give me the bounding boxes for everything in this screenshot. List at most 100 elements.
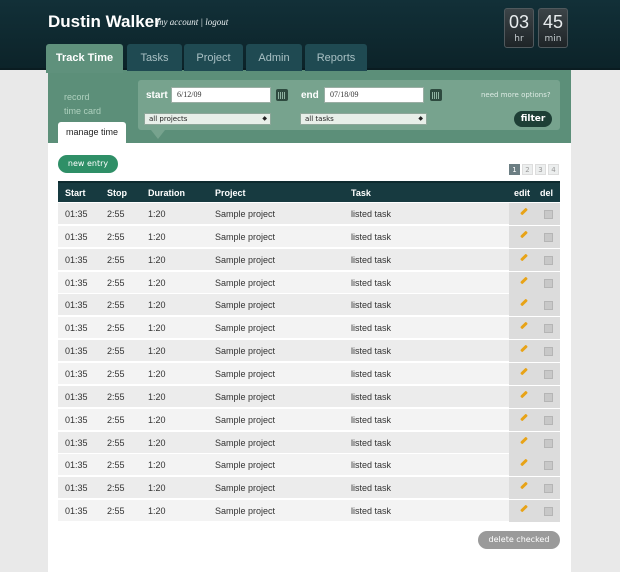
cell-project: Sample project xyxy=(215,209,276,219)
delete-checkbox[interactable] xyxy=(544,278,553,288)
calendar-icon[interactable] xyxy=(276,89,288,101)
cell-task: listed task xyxy=(351,300,392,311)
cell-stop: 2:55 xyxy=(107,483,125,494)
table-row: 01:35 2:55 1:20 Sample project listed task xyxy=(58,431,560,454)
cell-project: Sample project xyxy=(215,231,276,242)
cell-duration: 1:20 xyxy=(148,277,166,288)
delete-checkbox[interactable] xyxy=(544,507,553,517)
delete-checkbox[interactable] xyxy=(544,347,553,357)
delete-checkbox[interactable] xyxy=(544,255,553,265)
end-date-input[interactable]: 07/18/09 xyxy=(324,87,424,103)
account-links[interactable]: my account | logout xyxy=(157,17,228,27)
delete-checkbox[interactable] xyxy=(544,438,553,448)
delete-checkbox[interactable] xyxy=(544,392,553,402)
cell-stop: 2:55 xyxy=(107,368,125,379)
more-options-link[interactable]: need more options? xyxy=(481,91,551,99)
cell-stop: 2:55 xyxy=(107,506,125,517)
delete-checkbox[interactable] xyxy=(544,324,553,334)
cell-project: Sample project xyxy=(215,254,276,265)
side-link-time-card[interactable]: time card xyxy=(64,106,101,116)
col-project[interactable]: Project xyxy=(215,183,246,204)
clock-hours-value: 03 xyxy=(508,12,530,32)
cell-start: 01:35 xyxy=(65,460,88,471)
cell-stop: 2:55 xyxy=(107,254,125,265)
filter-button[interactable]: filter xyxy=(514,111,552,127)
col-stop[interactable]: Stop xyxy=(107,183,127,204)
delete-checkbox[interactable] xyxy=(544,369,553,379)
delete-checkbox[interactable] xyxy=(544,232,553,242)
cell-task: listed task xyxy=(351,368,392,379)
cell-start: 01:35 xyxy=(65,231,88,242)
cell-start: 01:35 xyxy=(65,209,88,219)
table-row: 01:35 2:55 1:20 Sample project listed task xyxy=(58,500,560,523)
table-row: 01:35 2:55 1:20 Sample project listed task xyxy=(58,385,560,408)
tab-project[interactable]: Project xyxy=(184,44,243,71)
cell-task: listed task xyxy=(351,414,392,425)
cell-project: Sample project xyxy=(215,483,276,494)
col-del: del xyxy=(540,188,554,198)
cell-stop: 2:55 xyxy=(107,323,125,334)
cell-stop: 2:55 xyxy=(107,391,125,402)
user-name: Dustin Walker xyxy=(48,12,161,31)
cell-task: listed task xyxy=(351,346,392,357)
page-1[interactable]: 1 xyxy=(509,164,520,175)
delete-checkbox[interactable] xyxy=(544,301,553,311)
cell-duration: 1:20 xyxy=(148,231,166,242)
table-row: 01:35 2:55 1:20 Sample project listed task xyxy=(58,225,560,248)
table-row: 01:35 2:55 1:20 Sample project listed task xyxy=(58,294,560,317)
delete-checkbox[interactable] xyxy=(544,484,553,494)
tab-tasks[interactable]: Tasks xyxy=(127,44,182,71)
new-entry-button[interactable]: new entry xyxy=(58,155,118,173)
select-arrows-icon: ◆ xyxy=(262,115,267,122)
cell-stop: 2:55 xyxy=(107,414,125,425)
project-select[interactable]: all projects ◆ xyxy=(144,113,271,125)
cell-duration: 1:20 xyxy=(148,483,166,494)
cell-duration: 1:20 xyxy=(148,346,166,357)
cell-task: listed task xyxy=(351,254,392,265)
start-date-input[interactable]: 6/12/09 xyxy=(171,87,271,103)
end-label: end xyxy=(301,90,319,101)
clock-hours: 03 hr xyxy=(504,8,534,48)
col-start[interactable]: Start xyxy=(65,183,86,204)
cell-task: listed task xyxy=(351,483,392,494)
tab-track-time[interactable]: Track Time xyxy=(46,44,123,73)
cell-stop: 2:55 xyxy=(107,277,125,288)
delete-checkbox[interactable] xyxy=(544,210,553,219)
col-duration[interactable]: Duration xyxy=(148,183,185,204)
cell-start: 01:35 xyxy=(65,323,88,334)
cell-stop: 2:55 xyxy=(107,437,125,448)
clock-minutes: 45 min xyxy=(538,8,568,48)
cell-duration: 1:20 xyxy=(148,300,166,311)
cell-stop: 2:55 xyxy=(107,300,125,311)
cell-start: 01:35 xyxy=(65,483,88,494)
page-2[interactable]: 2 xyxy=(522,164,533,175)
page-4[interactable]: 4 xyxy=(548,164,559,175)
cell-duration: 1:20 xyxy=(148,209,166,219)
page-3[interactable]: 3 xyxy=(535,164,546,175)
calendar-icon[interactable] xyxy=(430,89,442,101)
delete-checked-button[interactable]: delete checked xyxy=(478,531,560,549)
table-row: 01:35 2:55 1:20 Sample project listed task xyxy=(58,454,560,477)
task-select[interactable]: all tasks ◆ xyxy=(300,113,427,125)
cell-project: Sample project xyxy=(215,323,276,334)
clock-hours-unit: hr xyxy=(514,34,524,44)
tab-admin[interactable]: Admin xyxy=(246,44,302,71)
col-task[interactable]: Task xyxy=(351,183,371,204)
clock-minutes-value: 45 xyxy=(542,12,564,32)
side-link-manage-time[interactable]: manage time xyxy=(58,122,126,143)
tab-reports[interactable]: Reports xyxy=(305,44,367,71)
cell-start: 01:35 xyxy=(65,277,88,288)
cell-duration: 1:20 xyxy=(148,414,166,425)
cell-task: listed task xyxy=(351,277,392,288)
side-link-record[interactable]: record xyxy=(64,92,90,102)
cell-start: 01:35 xyxy=(65,437,88,448)
cell-task: listed task xyxy=(351,391,392,402)
cell-start: 01:35 xyxy=(65,368,88,379)
delete-checkbox[interactable] xyxy=(544,461,553,471)
cell-task: listed task xyxy=(351,209,392,219)
cell-project: Sample project xyxy=(215,391,276,402)
clock-minutes-unit: min xyxy=(544,34,562,44)
table-row: 01:35 2:55 1:20 Sample project listed task xyxy=(58,317,560,340)
delete-checkbox[interactable] xyxy=(544,415,553,425)
cell-duration: 1:20 xyxy=(148,437,166,448)
